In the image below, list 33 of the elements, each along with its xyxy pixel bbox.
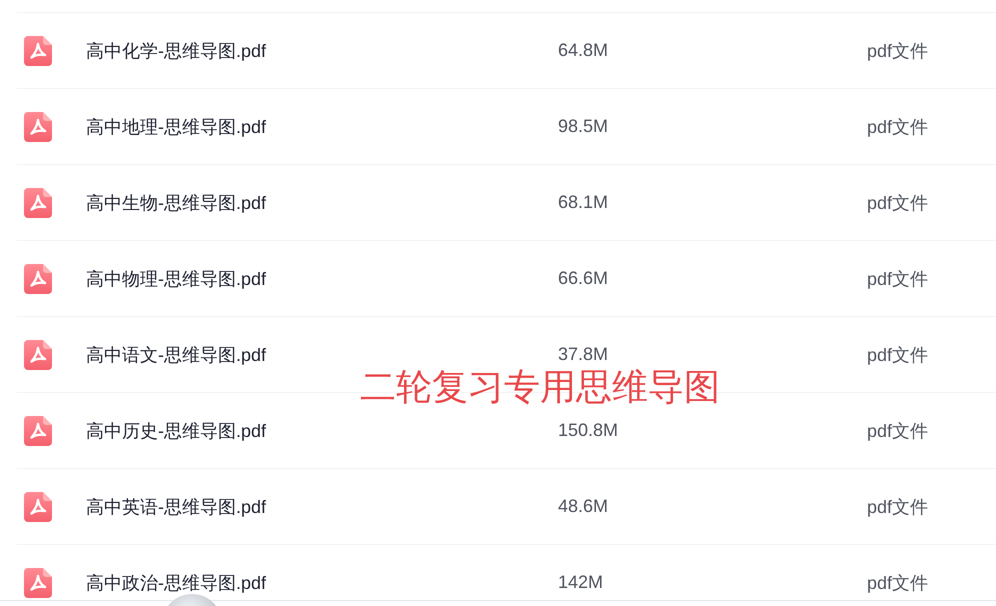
file-name[interactable]: 高中化学-思维导图.pdf [86,38,266,62]
file-type: pdf文件 [867,420,928,442]
file-type: pdf文件 [867,572,928,594]
file-size: 142M [558,572,604,593]
pdf-file-icon [24,568,52,598]
file-size: 66.6M [558,268,608,289]
file-name[interactable]: 高中语文-思维导图.pdf [86,342,266,366]
pdf-file-icon [24,36,52,66]
file-type: pdf文件 [867,192,928,214]
pdf-file-icon [24,112,52,142]
file-size: 37.8M [558,344,608,365]
overlay-caption: 二轮复习专用思维导图 [360,366,720,408]
file-size: 98.5M [558,116,608,137]
pdf-file-icon [24,340,52,370]
file-name[interactable]: 高中地理-思维导图.pdf [86,114,266,138]
pdf-file-icon [24,492,52,522]
file-name[interactable]: 高中历史-思维导图.pdf [86,418,266,442]
file-type: pdf文件 [867,40,928,62]
file-name[interactable]: 高中生物-思维导图.pdf [86,190,266,214]
file-type: pdf文件 [867,116,928,138]
pdf-file-icon [24,188,52,218]
file-type: pdf文件 [867,268,928,290]
file-type: pdf文件 [867,496,928,518]
file-size: 150.8M [558,420,618,441]
pdf-file-icon [24,264,52,294]
file-name[interactable]: 高中英语-思维导图.pdf [86,494,266,518]
file-name[interactable]: 高中政治-思维导图.pdf [86,570,266,594]
file-size: 68.1M [558,192,608,213]
file-size: 64.8M [558,40,608,61]
file-type: pdf文件 [867,344,928,366]
pdf-file-icon [24,416,52,446]
file-size: 48.6M [558,496,608,517]
file-name[interactable]: 高中物理-思维导图.pdf [86,266,266,290]
